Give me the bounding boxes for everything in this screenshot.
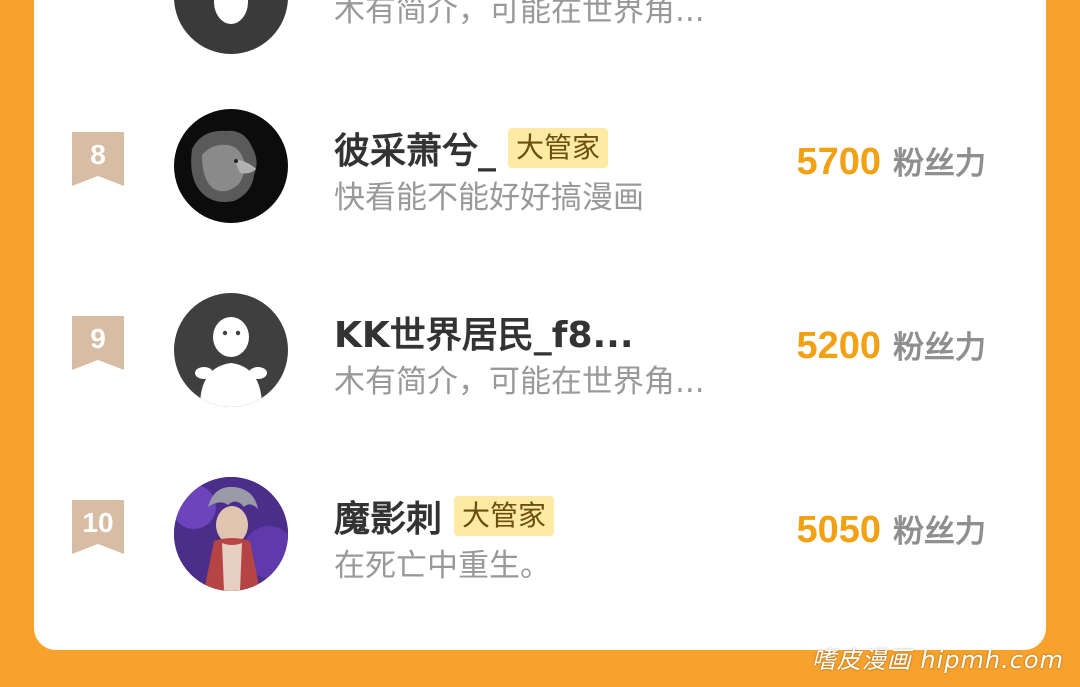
name-line: 魔影刺 大管家	[334, 490, 555, 542]
ranking-row-partial[interactable]: 木有简介，可能在世界角...	[34, 0, 1046, 54]
rank-number: 10	[82, 507, 114, 538]
ranking-row[interactable]: 8 彼采萧兮_ 大管家 快看能不能好好搞漫画 5700 粉丝力	[34, 80, 1046, 264]
rank-number: 9	[90, 323, 106, 354]
score-unit: 粉丝力	[893, 514, 986, 550]
fan-score: 5700 粉丝力	[796, 138, 986, 184]
user-name[interactable]: 彼采萧兮_	[334, 122, 496, 174]
ranking-row[interactable]: 10 魔影刺 大管家 在死亡中重生。 5050 粉丝力	[34, 448, 1046, 632]
avatar[interactable]	[174, 0, 288, 54]
rank-badge: 8	[72, 132, 124, 186]
rank-number: 8	[90, 139, 106, 170]
fan-score: 5200 粉丝力	[796, 322, 986, 368]
ranking-panel: 木有简介，可能在世界角... 8 彼采萧兮_ 大管家 快看能不能好好搞漫画 57…	[34, 0, 1046, 650]
user-bio: 快看能不能好好搞漫画	[334, 180, 644, 216]
user-name[interactable]: KK世界居民_f8...	[334, 306, 634, 358]
default-person-avatar[interactable]	[174, 293, 288, 407]
score-unit: 粉丝力	[893, 330, 986, 366]
name-line: KK世界居民_f8...	[334, 306, 634, 358]
user-bio: 木有简介，可能在世界角...	[334, 0, 705, 29]
rank-badge: 10	[72, 500, 124, 554]
name-line: 彼采萧兮_ 大管家	[334, 122, 609, 174]
score-value: 5200	[796, 325, 881, 367]
role-tag: 大管家	[508, 128, 609, 168]
score-unit: 粉丝力	[893, 146, 986, 182]
ranking-row[interactable]: 9 KK世界居民_f8... 木有简介，可能在世界角... 5200 粉丝力	[34, 264, 1046, 448]
user-bio: 在死亡中重生。	[334, 548, 551, 584]
role-tag: 大管家	[454, 496, 555, 536]
watermark: 嗜皮漫画 hipmh.com	[811, 646, 1064, 674]
anime-character-avatar[interactable]	[174, 477, 288, 591]
user-bio: 木有简介，可能在世界角...	[334, 364, 705, 400]
score-value: 5050	[796, 509, 881, 551]
score-value: 5700	[796, 141, 881, 183]
rank-badge: 9	[72, 316, 124, 370]
lion-avatar[interactable]	[174, 109, 288, 223]
user-name[interactable]: 魔影刺	[334, 490, 442, 542]
fan-score: 5050 粉丝力	[796, 506, 986, 552]
